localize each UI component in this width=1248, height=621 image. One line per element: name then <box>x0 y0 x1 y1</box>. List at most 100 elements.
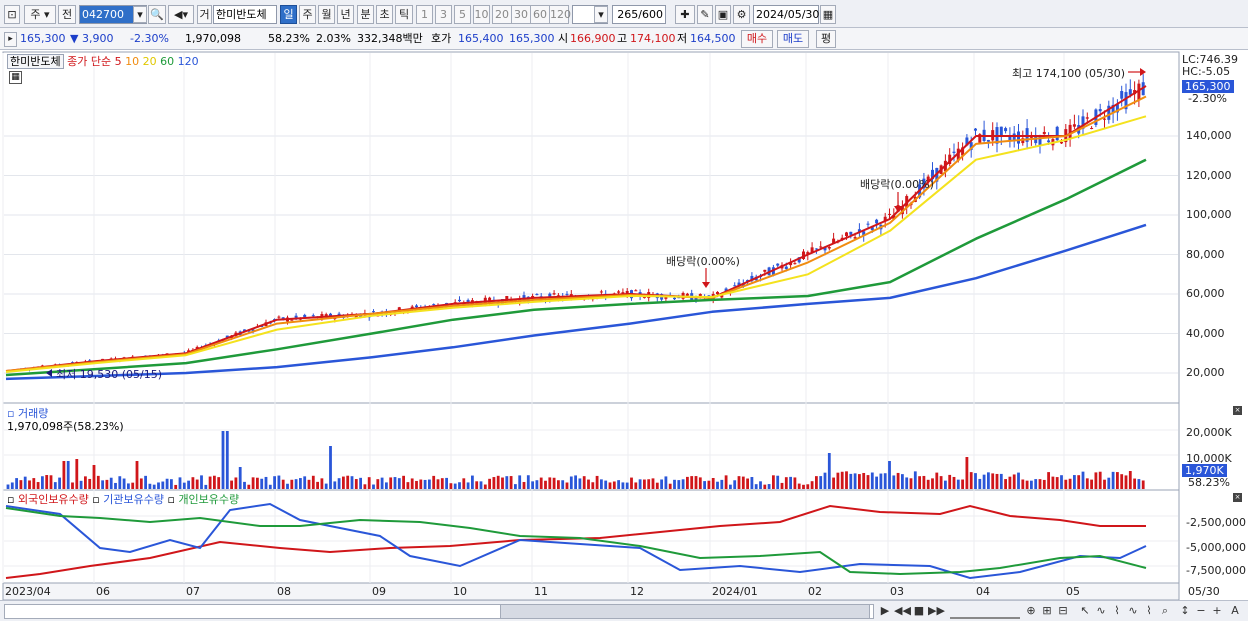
data-table-icon[interactable]: ▦ <box>9 71 22 84</box>
volume-bar <box>625 482 629 489</box>
chart-canvas[interactable] <box>0 0 1248 600</box>
volume-bar <box>372 484 375 489</box>
candle-body <box>311 315 315 317</box>
legend-stock-name[interactable]: 한미반도체 <box>7 54 64 69</box>
volume-bar <box>578 478 582 489</box>
volume-bar <box>251 477 255 489</box>
rewind-icon[interactable]: ◀◀ <box>894 604 911 618</box>
legend-ma-120: 120 <box>177 55 199 68</box>
volume-bar <box>230 480 233 489</box>
volume-bar <box>432 475 436 489</box>
volume-bar <box>638 479 642 489</box>
volume-bar <box>767 484 771 489</box>
compare-icon[interactable]: ⊟ <box>1056 604 1070 618</box>
volume-bar <box>243 481 246 489</box>
volume-bar <box>931 478 934 489</box>
candle-body <box>685 293 689 296</box>
volume-bar <box>883 473 887 489</box>
candle-body <box>827 247 831 249</box>
scroll-right-icon[interactable]: ▶ <box>878 604 892 618</box>
fast-forward-icon[interactable]: ▶▶ <box>928 604 945 618</box>
volume-bar <box>367 477 371 489</box>
candle-body <box>716 291 719 295</box>
volume-bar <box>612 481 616 489</box>
tool-icon-1[interactable]: ↖ <box>1078 604 1092 618</box>
volume-bar <box>935 472 939 489</box>
volume-bar <box>1008 476 1012 489</box>
x-label-4: 09 <box>372 585 386 598</box>
layout-icon[interactable]: ⊞ <box>1040 604 1054 618</box>
volume-bar <box>557 480 560 489</box>
volume-bar <box>182 482 186 489</box>
volume-bar <box>956 479 960 489</box>
volume-bar <box>161 481 165 489</box>
volume-bar <box>58 477 61 489</box>
zoom-in-icon[interactable]: + <box>1210 604 1224 618</box>
volume-bar <box>905 477 909 489</box>
candle-body <box>1060 142 1063 144</box>
volume-bar <box>561 480 565 489</box>
candle-body <box>849 231 853 235</box>
volume-bar <box>1128 471 1132 489</box>
stop-icon[interactable]: ■ <box>912 604 926 618</box>
volume-bar <box>449 483 453 489</box>
volume-bar <box>518 475 522 489</box>
volume-bar <box>10 482 14 489</box>
candle-body <box>535 294 539 296</box>
scroll-thumb[interactable] <box>500 604 870 619</box>
volume-bar <box>849 473 853 489</box>
volume-bar <box>281 479 285 489</box>
zoom-out-icon[interactable]: − <box>1194 604 1208 618</box>
volume-bar <box>1120 474 1124 489</box>
price-tick-0: 140,000 <box>1186 129 1232 142</box>
candle-body <box>974 128 977 131</box>
volume-bar <box>1111 471 1115 489</box>
volume-bar <box>763 484 767 489</box>
volume-bar <box>277 475 281 489</box>
volume-bar <box>320 478 324 489</box>
volume-bar <box>423 479 427 489</box>
holdings-legend: ▫ 외국인보유수량 ▫ 기관보유수량 ▫ 개인보유수량 <box>7 493 240 506</box>
volume-bar <box>41 476 44 489</box>
volume-bar <box>1025 480 1029 489</box>
volume-bar <box>385 482 388 489</box>
tool-icon-3[interactable]: ⌇ <box>1110 604 1124 618</box>
volume-bar <box>574 475 577 489</box>
volume-close-icon[interactable]: × <box>1233 406 1242 415</box>
x-axis-pane <box>2 582 1180 600</box>
volume-bar <box>397 478 401 489</box>
candle-body <box>599 291 603 293</box>
volume-bar <box>492 477 496 489</box>
volume-bar <box>238 467 242 489</box>
pan-icon[interactable]: ↕ <box>1178 604 1192 618</box>
volume-bar <box>651 478 655 489</box>
volume-bar <box>978 478 982 489</box>
holdings-tick-3: -7,500,000 <box>1186 564 1246 577</box>
volume-bar <box>1085 478 1089 489</box>
volume-bar <box>1073 475 1076 489</box>
holdings-close-icon[interactable]: × <box>1233 493 1242 502</box>
magnify-icon[interactable]: ⌕ <box>1158 604 1172 618</box>
volume-bar <box>926 479 930 489</box>
volume-bar <box>815 476 818 489</box>
volume-bar <box>1038 479 1042 489</box>
zoom-reset-icon[interactable]: ⊕ <box>1024 604 1038 618</box>
candle-body <box>1120 91 1124 99</box>
tool-icon-4[interactable]: ∿ <box>1126 604 1140 618</box>
tool-icon-5[interactable]: ⌇ <box>1142 604 1156 618</box>
tool-icon-2[interactable]: ∿ <box>1094 604 1108 618</box>
volume-bar <box>673 479 676 489</box>
volume-bar <box>45 475 49 489</box>
volume-bar <box>208 476 212 489</box>
font-size-icon[interactable]: A <box>1228 604 1242 618</box>
volume-bar <box>496 475 500 489</box>
volume-bar <box>354 479 358 489</box>
volume-bar <box>1133 478 1136 489</box>
holdings-tick-2: -5,000,000 <box>1186 541 1246 554</box>
volume-bar <box>204 484 208 489</box>
zoom-slider[interactable] <box>950 604 1020 619</box>
volume-bar <box>858 474 861 489</box>
volume-bar <box>144 475 147 489</box>
volume-bar <box>535 480 539 489</box>
volume-bar <box>1068 478 1072 489</box>
